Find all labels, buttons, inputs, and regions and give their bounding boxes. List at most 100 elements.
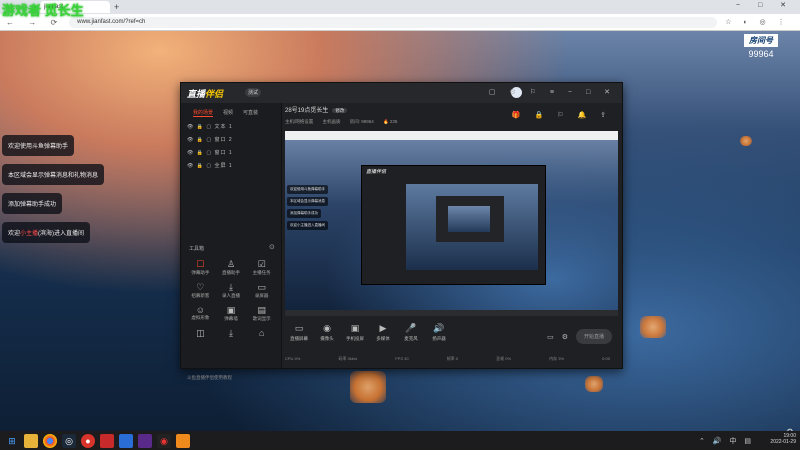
tab-my-scenes[interactable]: 我的场景 bbox=[193, 109, 214, 117]
tab-direct[interactable]: 可直装 bbox=[243, 109, 258, 117]
tutorial-link[interactable]: 斗鱼直播伴侣使用教程 bbox=[187, 375, 232, 381]
preview-chat: 本区域会显示弹幕消息 bbox=[287, 197, 328, 206]
status-drop: 丢帧 0% bbox=[496, 356, 512, 361]
settings-icon[interactable]: ⚙ bbox=[562, 333, 568, 341]
stream-toolbar-icons[interactable]: 🎁 🔒 ⚐ 🔔 ⇪ bbox=[512, 111, 612, 119]
edit-title-button[interactable]: 修改 bbox=[332, 108, 348, 113]
source-toolbar: ▭ 直播屏幕 ◉ 摄像头 ▣ 手机投屏 ▶ 多媒体 🎤 麦克风 🔊 扬声器 ▭ ⚙ 开始直播 bbox=[285, 323, 618, 353]
source-item[interactable]: 👁 🔒 ▢ 全屏 1 bbox=[181, 156, 281, 169]
wall-icon: ▣ bbox=[226, 305, 236, 315]
preview-browser-bar bbox=[285, 131, 618, 140]
toolbox-grid: ☐ 弹幕助手 ♙ 直播助手 ☑ 主播任务 ♡ 招募新客 ⤓ 录人直播 ▭ 录屏器 ☺ 虚拟形象… bbox=[185, 259, 277, 339]
home-icon: ⌂ bbox=[258, 328, 265, 338]
tool-extra-2[interactable]: ⤓ bbox=[216, 328, 247, 339]
file-explorer-icon[interactable] bbox=[24, 433, 38, 448]
tool-extra-3[interactable]: ⌂ bbox=[246, 328, 277, 339]
chat-message: 添加弹幕助手成功 bbox=[2, 193, 63, 214]
url-input[interactable]: www.jianfast.com/?ref=ch bbox=[69, 16, 718, 28]
room-number: 99964 bbox=[748, 49, 774, 59]
tool-anchor-tasks[interactable]: ☑ 主播任务 bbox=[246, 259, 277, 276]
stream-companion-window: 直播伴侣 测试 ▢ ⚙ ⚐ ≡ − □ ✕ 我的场景 视频 可直装 👁 🔒 ▢ … bbox=[180, 82, 623, 380]
preview-chat: 欢迎使用斗鱼弹幕助手 bbox=[287, 185, 328, 194]
status-bar: CPU 4% 码率 0kb/s FPS 30 帧率 0 丢帧 0% 内存 3% … bbox=[285, 356, 618, 362]
tool-live-helper[interactable]: ♙ 直播助手 bbox=[216, 259, 247, 276]
face-icon: ☺ bbox=[195, 305, 205, 315]
meta-network[interactable]: 主机/网络设置 bbox=[285, 119, 313, 124]
new-tab-button[interactable]: + bbox=[114, 2, 119, 12]
status-memory: 内存 3% bbox=[549, 356, 565, 361]
watermark: 游戏者 觅长生 bbox=[2, 3, 84, 18]
app-icon-blue[interactable] bbox=[119, 433, 133, 448]
media-button[interactable]: ▶ 多媒体 bbox=[369, 323, 397, 342]
source-item[interactable]: 👁 🔒 ▢ 窗口 2 bbox=[181, 130, 281, 143]
task-icon: ☑ bbox=[257, 259, 266, 269]
extension-icons[interactable]: ☆ ◐ ◎ ⋮ bbox=[725, 18, 789, 26]
steam-icon[interactable]: ◎ bbox=[62, 433, 76, 448]
speaker-button[interactable]: 🔊 扬声器 bbox=[425, 323, 453, 342]
tool-danmaku-helper[interactable]: ☐ 弹幕助手 bbox=[185, 259, 216, 276]
speaker-icon: 🔊 bbox=[433, 323, 445, 333]
heart-icon: ♡ bbox=[196, 282, 205, 292]
tool-lyrics[interactable]: ▤ 歌词显示 bbox=[246, 305, 277, 322]
room-label: 房间号 bbox=[744, 34, 778, 47]
chat-username: 小主播 bbox=[20, 231, 39, 237]
app-icon-purple[interactable] bbox=[138, 433, 152, 448]
preview-chat: 欢迎小主播进入直播间 bbox=[287, 221, 328, 230]
source-item[interactable]: 👁 🔒 ▢ 文本 1 bbox=[181, 117, 281, 130]
screen-source-button[interactable]: ▭ 直播屏幕 bbox=[285, 323, 313, 342]
download-icon: ⤓ bbox=[229, 282, 233, 292]
microphone-icon: 🎤 bbox=[405, 323, 417, 333]
monitor-icon: ▭ bbox=[294, 323, 304, 333]
meta-heat: 🔥 235 bbox=[383, 119, 398, 124]
nested-app-preview: 直播伴侣 bbox=[361, 165, 546, 285]
system-tray-icons[interactable]: ⌃ 🔊 中 ▤ bbox=[699, 436, 754, 446]
room-id-tag: 房间号 99964 bbox=[744, 34, 778, 59]
window-controls[interactable]: − □ ✕ bbox=[736, 1, 794, 9]
status-time: 0:00 bbox=[602, 356, 610, 361]
windows-taskbar: ⊞ ◎ ● ◉ ⌃ 🔊 中 ▤ 19:00 2022-01-29 bbox=[0, 431, 800, 450]
chat-suffix: (滨海)进入直播间 bbox=[38, 231, 85, 237]
tool-recorder[interactable]: ▭ 录屏器 bbox=[246, 282, 277, 299]
app-icon-record[interactable]: ◉ bbox=[157, 433, 171, 448]
tool-avatar[interactable]: ☺ 虚拟形象 bbox=[185, 305, 216, 322]
record-icon[interactable]: ▭ bbox=[547, 333, 554, 341]
microphone-button[interactable]: 🎤 麦克风 bbox=[397, 323, 425, 342]
status-bitrate: 码率 0kb/s bbox=[338, 356, 358, 361]
clock[interactable]: 19:00 2022-01-29 bbox=[770, 433, 796, 445]
person-icon: ♙ bbox=[226, 259, 236, 269]
status-frames: 帧率 0 bbox=[446, 356, 459, 361]
tool-extra-1[interactable]: ◫ bbox=[185, 328, 216, 339]
meta-quality[interactable]: 主机画质 bbox=[323, 119, 341, 124]
preview-taskbar bbox=[285, 310, 618, 316]
chat-prefix: 欢迎 bbox=[8, 231, 21, 237]
camera-icon: ◉ bbox=[323, 323, 331, 333]
tool-record-live[interactable]: ⤓ 录人直播 bbox=[216, 282, 247, 299]
start-icon[interactable]: ⊞ bbox=[5, 434, 19, 448]
start-live-button[interactable]: 开始直播 bbox=[575, 329, 612, 344]
chrome-icon[interactable] bbox=[43, 433, 57, 448]
app-icon-red-2[interactable] bbox=[100, 433, 114, 448]
chat-message: 欢迎小主播(滨海)进入直播间 bbox=[2, 222, 91, 243]
download-icon: ⤓ bbox=[229, 328, 233, 338]
tool-recruit[interactable]: ♡ 招募新客 bbox=[185, 282, 216, 299]
scene-tabs: 我的场景 视频 可直装 bbox=[181, 103, 281, 117]
stream-preview: 欢迎使用斗鱼弹幕助手 本区域会显示弹幕消息 添加弹幕助手成功 欢迎小主播进入直播… bbox=[285, 131, 618, 316]
window-icon: ◫ bbox=[196, 328, 205, 338]
stream-meta: 主机/网络设置 主机画质 房间: 99964 🔥 235 bbox=[285, 119, 615, 125]
preview-chat: 添加弹幕助手成功 bbox=[287, 209, 321, 218]
chat-message: 欢迎使用斗鱼弹幕助手 bbox=[2, 135, 75, 156]
toolbox-settings-icon[interactable]: ⊙ bbox=[269, 243, 275, 251]
meta-room: 房间: 99964 bbox=[349, 119, 374, 124]
version-badge[interactable]: 测试 bbox=[245, 88, 262, 97]
source-item[interactable]: 👁 🔒 ▢ 窗口 1 bbox=[181, 143, 281, 156]
status-fps: FPS 30 bbox=[395, 356, 409, 361]
stream-controls: ▭ ⚙ 开始直播 bbox=[547, 329, 612, 344]
lyrics-icon: ▤ bbox=[257, 305, 266, 315]
tab-video[interactable]: 视频 bbox=[223, 109, 233, 117]
app-icon-red[interactable]: ● bbox=[81, 433, 95, 448]
app-icon-douyu[interactable] bbox=[176, 433, 190, 448]
phone-cast-button[interactable]: ▣ 手机投屏 bbox=[341, 323, 369, 342]
tool-danmaku-wall[interactable]: ▣ 弹幕墙 bbox=[216, 305, 247, 322]
camera-button[interactable]: ◉ 摄像头 bbox=[313, 323, 341, 342]
app-window-controls[interactable]: ▢ ⚙ ⚐ ≡ − □ ✕ bbox=[489, 88, 616, 96]
